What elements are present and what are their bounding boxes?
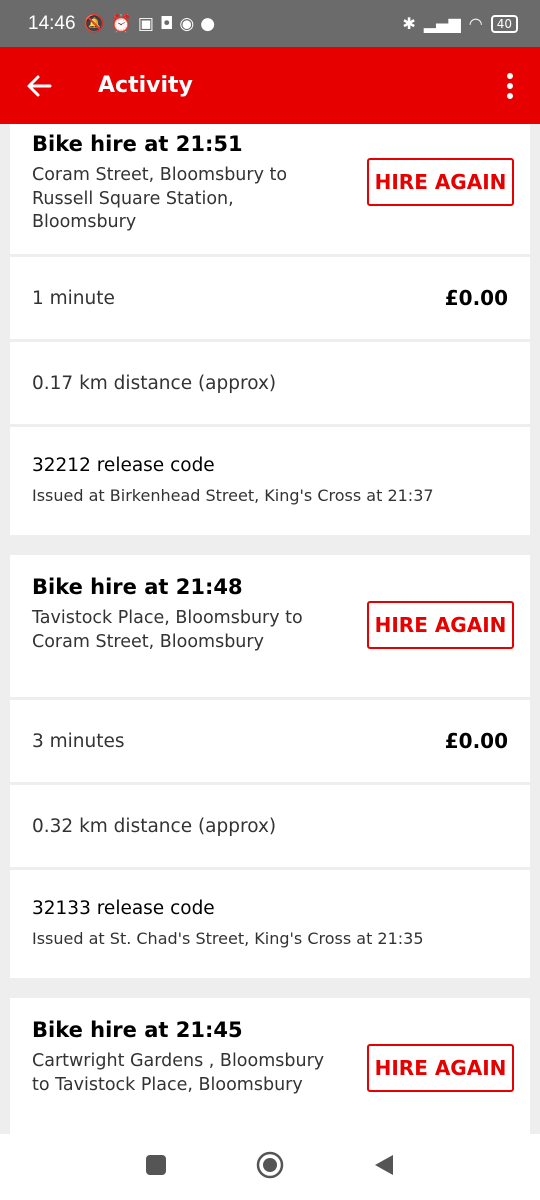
- status-time: 14:46: [28, 12, 76, 34]
- release-issued: Issued at St. Chad's Street, King's Cros…: [32, 929, 424, 948]
- wifi-icon: ◠: [468, 14, 483, 33]
- system-icons: ✱ ▂▄▆ ◠ 40: [402, 14, 518, 33]
- battery-icon: 40: [490, 14, 518, 33]
- hire-title: Bike hire at 21:51: [32, 132, 243, 156]
- notification-icons: 🔕 ⏰ ▣ ◘ ◉ ●: [84, 14, 216, 34]
- hire-route: Coram Street, Bloomsbury to Russell Squa…: [32, 165, 288, 232]
- status-bar: 14:46 🔕 ⏰ ▣ ◘ ◉ ● ✱ ▂▄▆ ◠ 40: [0, 0, 540, 47]
- recents-button[interactable]: [145, 1154, 167, 1180]
- teams-icon: ◘: [159, 13, 174, 34]
- release-code: 32212 release code: [32, 455, 215, 476]
- release-code: 32133 release code: [32, 898, 215, 919]
- alarm-icon: ⏰: [110, 13, 132, 34]
- more-vert-icon: [507, 72, 513, 99]
- hire-card: Bike hire at 21:45 Cartwright Gardens , …: [10, 998, 530, 1134]
- home-button[interactable]: [256, 1151, 284, 1183]
- hire-price: £0.00: [444, 729, 508, 753]
- hire-title: Bike hire at 21:48: [32, 575, 243, 599]
- system-nav-bar: [0, 1134, 540, 1200]
- mute-icon: 🔕: [83, 13, 105, 34]
- nfc-icon: ▣: [137, 13, 154, 34]
- distance-row: 0.17 km distance (approx): [10, 342, 530, 424]
- back-button[interactable]: [0, 47, 78, 124]
- hire-distance: 0.17 km distance (approx): [32, 372, 277, 394]
- signal-icon: ▂▄▆: [423, 14, 461, 33]
- app-bar: Activity: [0, 47, 540, 124]
- hire-header: Bike hire at 21:48 Tavistock Place, Bloo…: [10, 555, 530, 697]
- back-nav-button[interactable]: [373, 1153, 395, 1181]
- hire-duration: 3 minutes: [32, 730, 125, 752]
- bluetooth-icon: ✱: [402, 14, 416, 33]
- hire-again-button[interactable]: HIRE AGAIN: [367, 158, 514, 206]
- distance-row: 0.32 km distance (approx): [10, 785, 530, 867]
- hire-title: Bike hire at 21:45: [32, 1018, 243, 1042]
- release-code-row: 32212 release code Issued at Birkenhead …: [10, 427, 530, 535]
- hire-route: Tavistock Place, Bloomsbury to Coram Str…: [32, 608, 303, 652]
- square-icon: [145, 1155, 166, 1175]
- hire-price: £0.00: [444, 286, 508, 310]
- hire-again-button[interactable]: HIRE AGAIN: [367, 601, 514, 649]
- duration-row: 1 minute £0.00: [10, 257, 530, 339]
- hire-card: Bike hire at 21:48 Tavistock Place, Bloo…: [10, 555, 530, 978]
- hire-header: Bike hire at 21:45 Cartwright Gardens , …: [10, 998, 530, 1134]
- hire-route: Cartwright Gardens , Bloomsbury to Tavis…: [32, 1051, 325, 1095]
- more-options-button[interactable]: [480, 47, 540, 124]
- hire-duration: 1 minute: [32, 287, 115, 309]
- hire-distance: 0.32 km distance (approx): [32, 815, 277, 837]
- reddit-icon: ●: [200, 13, 216, 34]
- arrow-left-icon: [27, 75, 52, 96]
- activity-list[interactable]: Bike hire at 21:51 Coram Street, Bloomsb…: [0, 124, 540, 1134]
- release-code-row: 32133 release code Issued at St. Chad's …: [10, 870, 530, 978]
- chrome-icon: ◉: [179, 13, 195, 34]
- hire-again-button[interactable]: HIRE AGAIN: [367, 1044, 514, 1092]
- home-circle-icon: [256, 1151, 284, 1179]
- hire-header: Bike hire at 21:51 Coram Street, Bloomsb…: [10, 124, 530, 254]
- release-issued: Issued at Birkenhead Street, King's Cros…: [32, 486, 434, 505]
- hire-card: Bike hire at 21:51 Coram Street, Bloomsb…: [10, 124, 530, 535]
- page-title: Activity: [98, 73, 193, 98]
- triangle-back-icon: [375, 1155, 394, 1175]
- duration-row: 3 minutes £0.00: [10, 700, 530, 782]
